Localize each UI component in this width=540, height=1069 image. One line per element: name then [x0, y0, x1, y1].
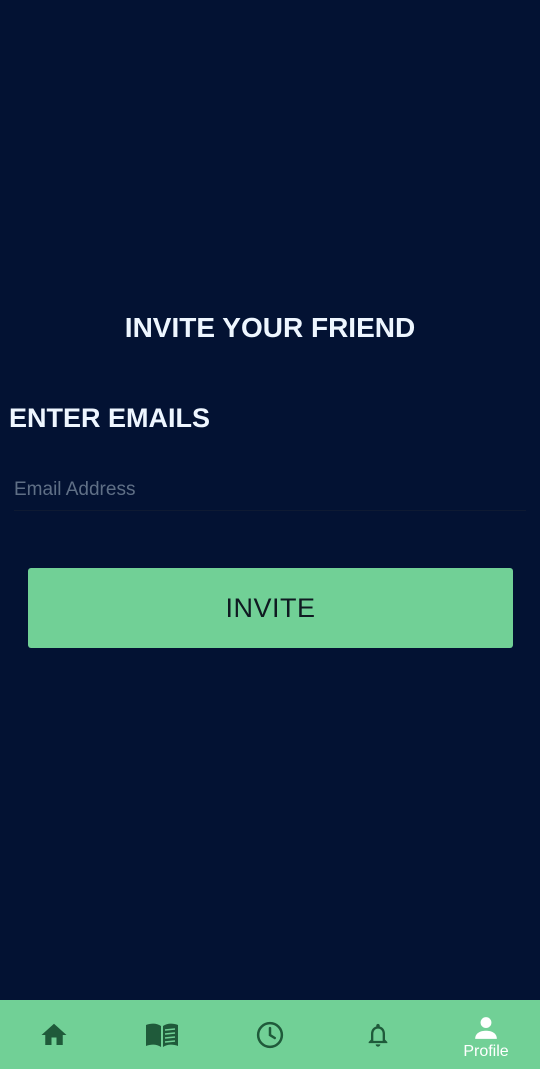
nav-item-profile[interactable]: Profile — [432, 1000, 540, 1069]
nav-item-home[interactable] — [0, 1000, 108, 1069]
home-icon — [41, 1023, 67, 1045]
invite-friend-screen: INVITE YOUR FRIEND ENTER EMAILS INVITE — [0, 0, 540, 1069]
book-icon — [146, 1023, 178, 1047]
clock-icon — [256, 1021, 284, 1048]
nav-label-profile: Profile — [463, 1043, 509, 1060]
nav-item-library[interactable] — [108, 1000, 216, 1069]
nav-item-notifications[interactable] — [324, 1000, 432, 1069]
invite-button[interactable]: INVITE — [28, 568, 513, 648]
nav-item-history[interactable] — [216, 1000, 324, 1069]
enter-emails-label: ENTER EMAILS — [9, 403, 211, 433]
bottom-navigation-bar: Profile — [0, 1000, 540, 1069]
email-address-input[interactable] — [14, 470, 526, 511]
person-icon — [475, 1017, 497, 1039]
bell-icon — [368, 1023, 388, 1047]
page-title: INVITE YOUR FRIEND — [124, 312, 416, 343]
